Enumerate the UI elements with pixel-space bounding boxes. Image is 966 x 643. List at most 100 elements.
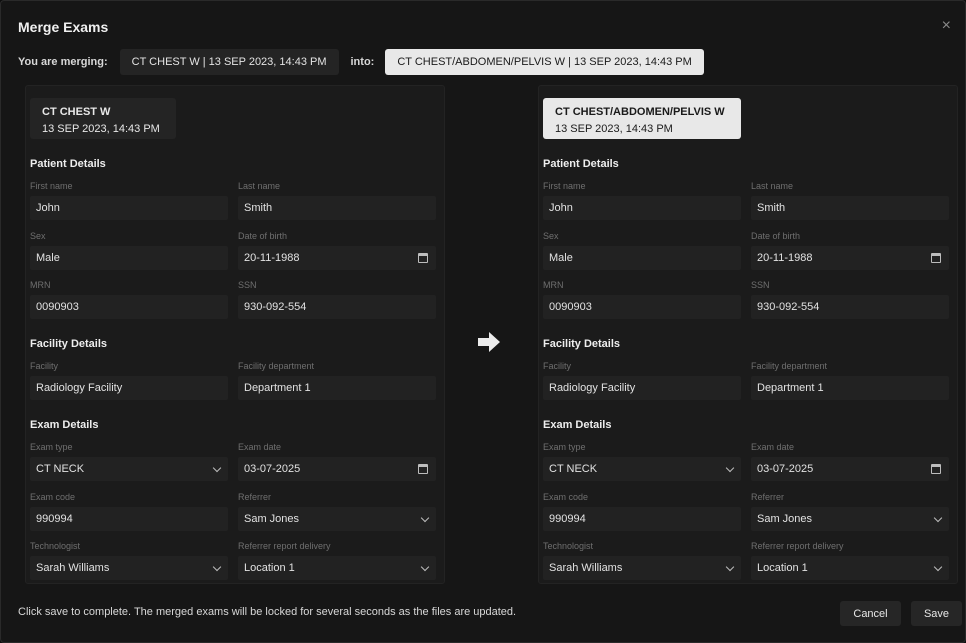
last-name-input[interactable]: Smith xyxy=(238,196,436,220)
patient-details-heading: Patient Details xyxy=(543,158,619,170)
dob-field: Date of birth 20-11-1988 xyxy=(238,231,436,270)
exam-date-field: Exam date 03-07-2025 xyxy=(238,442,436,481)
last-name-input[interactable]: Smith xyxy=(751,196,949,220)
field-label: Date of birth xyxy=(238,231,288,241)
exam-code-input[interactable]: 990994 xyxy=(30,507,228,531)
facility-department-field: Facility department Department 1 xyxy=(751,361,949,400)
chevron-down-icon xyxy=(725,463,735,472)
field-value: Smith xyxy=(244,202,273,214)
last-name-field: Last name Smith xyxy=(751,181,949,220)
calendar-icon[interactable] xyxy=(931,253,941,263)
exam-date-input[interactable]: 03-07-2025 xyxy=(751,457,949,481)
technologist-field: Technologist Sarah Williams xyxy=(30,541,228,580)
field-value: Sam Jones xyxy=(757,513,813,525)
field-value: Sarah Williams xyxy=(549,562,623,574)
chevron-down-icon xyxy=(933,562,943,571)
field-label: Exam date xyxy=(238,442,282,452)
field-label: Technologist xyxy=(543,541,594,551)
target-exam-panel: CT CHEST/ABDOMEN/PELVIS W 13 SEP 2023, 1… xyxy=(538,85,958,584)
field-label: Facility xyxy=(543,361,572,371)
field-label: Sex xyxy=(543,231,559,241)
mrn-input[interactable]: 0090903 xyxy=(30,295,228,319)
chevron-down-icon xyxy=(933,513,943,522)
mrn-field: MRN 0090903 xyxy=(543,280,741,319)
referrer-select[interactable]: Sam Jones xyxy=(238,507,436,531)
first-name-input[interactable]: John xyxy=(543,196,741,220)
merge-summary: You are merging: CT CHEST W | 13 SEP 202… xyxy=(18,49,704,75)
mrn-input[interactable]: 0090903 xyxy=(543,295,741,319)
report-delivery-select[interactable]: Location 1 xyxy=(238,556,436,580)
first-name-field: First name John xyxy=(30,181,228,220)
dob-input[interactable]: 20-11-1988 xyxy=(751,246,949,270)
exam-details-heading: Exam Details xyxy=(543,419,612,431)
chevron-down-icon xyxy=(725,562,735,571)
field-value: Location 1 xyxy=(244,562,295,574)
dialog-title: Merge Exams xyxy=(18,19,109,35)
dob-input[interactable]: 20-11-1988 xyxy=(238,246,436,270)
exam-type-select[interactable]: CT NECK xyxy=(543,457,741,481)
ssn-field: SSN 930-092-554 xyxy=(751,280,949,319)
exam-type-select[interactable]: CT NECK xyxy=(30,457,228,481)
field-label: Exam code xyxy=(30,492,76,502)
sex-input[interactable]: Male xyxy=(543,246,741,270)
target-exam-chip: CT CHEST/ABDOMEN/PELVIS W | 13 SEP 2023,… xyxy=(385,49,704,75)
ssn-input[interactable]: 930-092-554 xyxy=(238,295,436,319)
ssn-input[interactable]: 930-092-554 xyxy=(751,295,949,319)
facility-department-field: Facility department Department 1 xyxy=(238,361,436,400)
facility-department-input[interactable]: Department 1 xyxy=(238,376,436,400)
field-value: 990994 xyxy=(549,513,586,525)
field-label: MRN xyxy=(30,280,51,290)
field-value: Male xyxy=(549,252,573,264)
field-label: Facility department xyxy=(751,361,828,371)
exam-date-input[interactable]: 03-07-2025 xyxy=(238,457,436,481)
calendar-icon[interactable] xyxy=(418,253,428,263)
referrer-select[interactable]: Sam Jones xyxy=(751,507,949,531)
field-label: Last name xyxy=(238,181,281,191)
last-name-field: Last name Smith xyxy=(238,181,436,220)
field-value: John xyxy=(36,202,60,214)
target-exam-card: CT CHEST/ABDOMEN/PELVIS W 13 SEP 2023, 1… xyxy=(543,98,741,139)
report-delivery-select[interactable]: Location 1 xyxy=(751,556,949,580)
facility-input[interactable]: Radiology Facility xyxy=(30,376,228,400)
facility-department-input[interactable]: Department 1 xyxy=(751,376,949,400)
cancel-button[interactable]: Cancel xyxy=(840,601,901,626)
field-label: Exam type xyxy=(543,442,586,452)
calendar-icon[interactable] xyxy=(418,464,428,474)
technologist-select[interactable]: Sarah Williams xyxy=(30,556,228,580)
field-value: 03-07-2025 xyxy=(757,463,814,475)
field-label: MRN xyxy=(543,280,564,290)
field-label: SSN xyxy=(238,280,257,290)
first-name-input[interactable]: John xyxy=(30,196,228,220)
sex-input[interactable]: Male xyxy=(30,246,228,270)
technologist-field: Technologist Sarah Williams xyxy=(543,541,741,580)
field-label: First name xyxy=(543,181,586,191)
first-name-field: First name John xyxy=(543,181,741,220)
field-label: Facility department xyxy=(238,361,315,371)
close-icon[interactable]: × xyxy=(942,18,951,34)
exam-card-name: CT CHEST/ABDOMEN/PELVIS W xyxy=(555,106,725,118)
field-label: SSN xyxy=(751,280,770,290)
field-value: 20-11-1988 xyxy=(244,252,300,264)
facility-field: Facility Radiology Facility xyxy=(543,361,741,400)
field-label: Referrer report delivery xyxy=(238,541,331,551)
chevron-down-icon xyxy=(420,513,430,522)
field-label: Sex xyxy=(30,231,46,241)
calendar-icon[interactable] xyxy=(931,464,941,474)
referrer-field: Referrer Sam Jones xyxy=(751,492,949,531)
field-label: Date of birth xyxy=(751,231,801,241)
sex-field: Sex Male xyxy=(543,231,741,270)
exam-code-input[interactable]: 990994 xyxy=(543,507,741,531)
source-exam-panel: CT CHEST W 13 SEP 2023, 14:43 PM Patient… xyxy=(25,85,445,584)
facility-field: Facility Radiology Facility xyxy=(30,361,228,400)
field-label: Referrer xyxy=(751,492,785,502)
exam-card-date: 13 SEP 2023, 14:43 PM xyxy=(555,123,673,135)
arrow-right-icon xyxy=(478,332,500,352)
chevron-down-icon xyxy=(420,562,430,571)
technologist-select[interactable]: Sarah Williams xyxy=(543,556,741,580)
save-button[interactable]: Save xyxy=(911,601,962,626)
field-value: 930-092-554 xyxy=(244,301,307,313)
field-label: Referrer xyxy=(238,492,272,502)
field-value: Sam Jones xyxy=(244,513,300,525)
facility-input[interactable]: Radiology Facility xyxy=(543,376,741,400)
facility-details-heading: Facility Details xyxy=(30,338,108,350)
